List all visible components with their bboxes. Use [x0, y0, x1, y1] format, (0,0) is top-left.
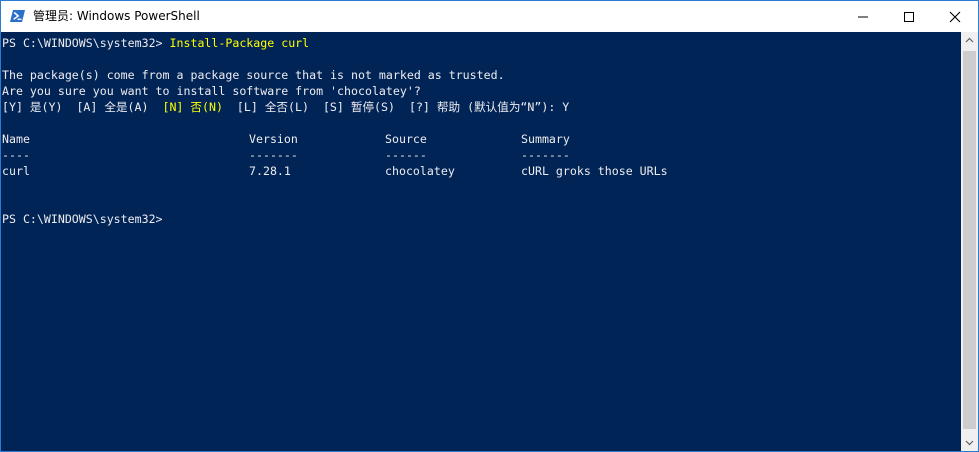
command-line: PS C:\WINDOWS\system32> Install-Package … — [2, 35, 309, 51]
cell-summary: cURL groks those URLs — [521, 164, 668, 178]
chevron-up-icon — [965, 37, 974, 43]
choice-no-all: [L] 全否(L) — [236, 100, 309, 114]
window-title: 管理员: Windows PowerShell — [33, 9, 200, 23]
warning-line: The package(s) come from a package sourc… — [2, 68, 505, 82]
powershell-window: 管理员: Windows PowerShell PS C:\WINDOWS\sy… — [0, 0, 979, 452]
title-bar[interactable]: 管理员: Windows PowerShell — [1, 1, 978, 32]
column-underline: ------- — [249, 148, 298, 162]
table-row: curl 7.28.1 chocolatey cURL groks those … — [2, 163, 902, 179]
maximize-button[interactable] — [886, 1, 932, 32]
choice-suspend: [S] 暂停(S) — [322, 100, 395, 114]
console-output[interactable]: PS C:\WINDOWS\system32> Install-Package … — [1, 32, 961, 451]
column-header-summary: Summary — [521, 132, 570, 146]
choice-yes-all: [A] 全是(A) — [76, 100, 149, 114]
chevron-down-icon — [965, 440, 974, 446]
scroll-down-button[interactable] — [961, 434, 978, 451]
cell-source: chocolatey — [385, 164, 455, 178]
minimize-button[interactable] — [840, 1, 886, 32]
table-underline: ---- ------- ------ ------- — [2, 147, 902, 163]
choice-no-default: [N] 否(N) — [162, 100, 223, 114]
column-header-version: Version — [249, 132, 298, 146]
powershell-icon[interactable] — [10, 8, 26, 24]
choice-yes: [Y] 是(Y) — [2, 100, 63, 114]
prompt: PS C:\WINDOWS\system32> — [2, 36, 170, 50]
cell-name: curl — [2, 164, 30, 178]
command-text: Install-Package curl — [169, 36, 310, 50]
close-button[interactable] — [932, 1, 978, 32]
scroll-up-button[interactable] — [961, 32, 978, 49]
choice-line: [Y] 是(Y) [A] 全是(A) [N] 否(N) [L] 全否(L) [S… — [2, 99, 569, 115]
maximize-icon — [904, 12, 914, 22]
warning-line: Are you sure you want to install softwar… — [2, 84, 421, 98]
column-underline: ------- — [521, 148, 570, 162]
column-underline: ---- — [2, 148, 30, 162]
default-prompt: (默认值为“N”): Y — [467, 100, 570, 114]
minimize-icon — [858, 16, 868, 18]
prompt-line: PS C:\WINDOWS\system32> — [2, 212, 163, 226]
table-header: Name Version Source Summary — [2, 131, 902, 147]
cell-version: 7.28.1 — [249, 164, 291, 178]
column-underline: ------ — [385, 148, 427, 162]
vertical-scrollbar[interactable] — [961, 32, 978, 451]
scrollbar-thumb[interactable] — [963, 51, 976, 429]
close-icon — [949, 11, 961, 23]
column-header-source: Source — [385, 132, 427, 146]
choice-help: [?] 帮助 — [408, 100, 461, 114]
column-header-name: Name — [2, 132, 30, 146]
